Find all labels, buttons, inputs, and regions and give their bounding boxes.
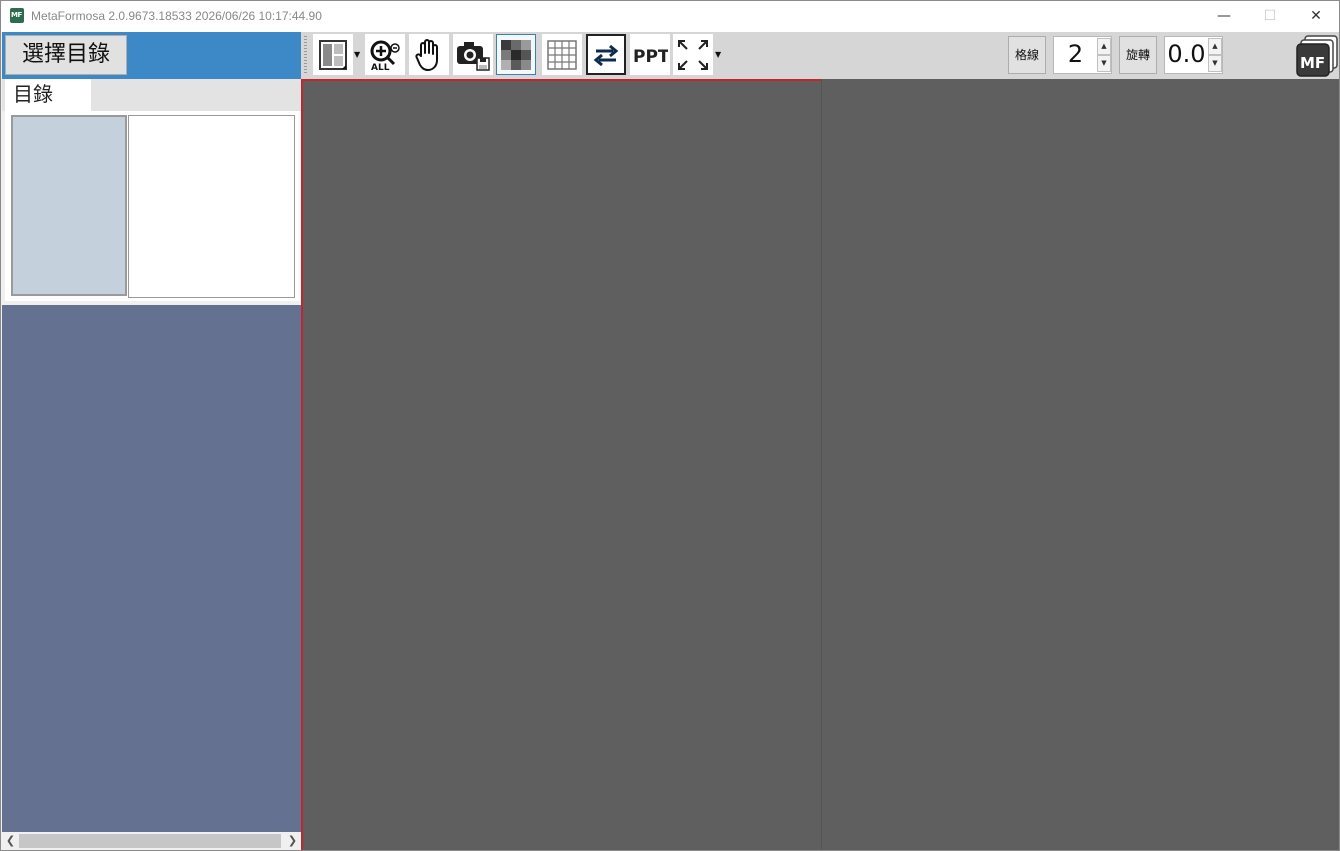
horizontal-scrollbar[interactable]: ❮ ❯ bbox=[2, 832, 301, 850]
scroll-thumb[interactable] bbox=[19, 834, 281, 848]
ppt-icon: PPT bbox=[633, 47, 668, 67]
layout-button[interactable] bbox=[313, 34, 353, 75]
rotation-down-icon[interactable]: ▼ bbox=[1208, 55, 1222, 72]
tab-content bbox=[5, 111, 300, 301]
scroll-right-icon[interactable]: ❯ bbox=[284, 832, 301, 850]
svg-text:ALL: ALL bbox=[371, 63, 390, 72]
app-window: MetaFormosa 2.0.9673.18533 2026/06/26 10… bbox=[0, 0, 1340, 851]
minimize-button[interactable]: — bbox=[1201, 1, 1247, 32]
rotate-button[interactable]: 旋轉 bbox=[1119, 36, 1157, 74]
scroll-left-icon[interactable]: ❮ bbox=[2, 832, 19, 850]
maximize-button[interactable]: ☐ bbox=[1247, 1, 1293, 32]
rotation-spinner[interactable]: 0.0 ▲ ▼ bbox=[1164, 36, 1223, 74]
image-view-area bbox=[301, 79, 1339, 850]
layout-icon bbox=[319, 39, 347, 70]
viewport-divider[interactable] bbox=[821, 79, 822, 850]
mf-logo-icon: MF bbox=[1296, 35, 1338, 77]
grid-count-down-icon[interactable]: ▼ bbox=[1097, 55, 1111, 72]
mosaic-button[interactable] bbox=[496, 34, 536, 75]
snapshot-save-button[interactable] bbox=[453, 34, 493, 75]
grid-count-value[interactable]: 2 bbox=[1054, 37, 1097, 73]
window-title: MetaFormosa 2.0.9673.18533 2026/06/26 10… bbox=[31, 9, 322, 23]
mosaic-icon bbox=[501, 39, 531, 70]
zoom-all-button[interactable]: ALL bbox=[365, 34, 405, 75]
left-header-bar: 選擇目錄 bbox=[2, 32, 301, 79]
grid-lines-button[interactable]: 格線 bbox=[1008, 36, 1046, 74]
image-viewport-left[interactable] bbox=[301, 79, 821, 850]
tab-strip: 目錄 bbox=[2, 79, 301, 111]
rotation-up-icon[interactable]: ▲ bbox=[1208, 38, 1222, 55]
toolbar-grip[interactable] bbox=[304, 36, 307, 74]
tab-directory[interactable]: 目錄 bbox=[5, 79, 91, 111]
window-list-button[interactable]: MF bbox=[1296, 35, 1338, 77]
ppt-export-button[interactable]: PPT bbox=[630, 34, 670, 75]
grid-icon bbox=[547, 39, 577, 70]
svg-text:PPT: PPT bbox=[633, 47, 668, 67]
svg-text:MF: MF bbox=[1300, 54, 1325, 72]
rotation-value[interactable]: 0.0 bbox=[1165, 37, 1208, 73]
pan-button[interactable] bbox=[409, 34, 449, 75]
directory-panel: 目錄 bbox=[2, 79, 301, 305]
grid-count-up-icon[interactable]: ▲ bbox=[1097, 38, 1111, 55]
grid-count-spinner[interactable]: 2 ▲ ▼ bbox=[1053, 36, 1112, 74]
title-bar[interactable]: MetaFormosa 2.0.9673.18533 2026/06/26 10… bbox=[1, 1, 1339, 32]
file-list-pane[interactable] bbox=[128, 115, 295, 298]
swap-button[interactable] bbox=[586, 34, 626, 75]
close-button[interactable]: ✕ bbox=[1293, 1, 1339, 32]
hand-pan-icon bbox=[415, 38, 438, 71]
select-directory-button[interactable]: 選擇目錄 bbox=[5, 35, 127, 75]
fullscreen-dropdown-icon[interactable]: ▼ bbox=[715, 50, 721, 59]
layout-dropdown-icon[interactable]: ▼ bbox=[354, 50, 360, 59]
zoom-all-icon: ALL bbox=[370, 40, 400, 72]
app-logo-icon bbox=[10, 8, 24, 23]
grid-toggle-button[interactable] bbox=[542, 34, 582, 75]
directory-tree-pane[interactable] bbox=[11, 115, 127, 296]
toolbar: ▼ ALL PPT ▼ 格線 2 ▲ ▼ 旋轉 0.0 ▲ ▼ MF bbox=[301, 32, 1339, 79]
thumbnail-panel[interactable] bbox=[2, 305, 301, 832]
swap-arrows-icon bbox=[592, 40, 620, 69]
camera-save-icon bbox=[457, 41, 490, 71]
fullscreen-button[interactable] bbox=[673, 34, 713, 75]
fullscreen-icon bbox=[678, 39, 708, 70]
